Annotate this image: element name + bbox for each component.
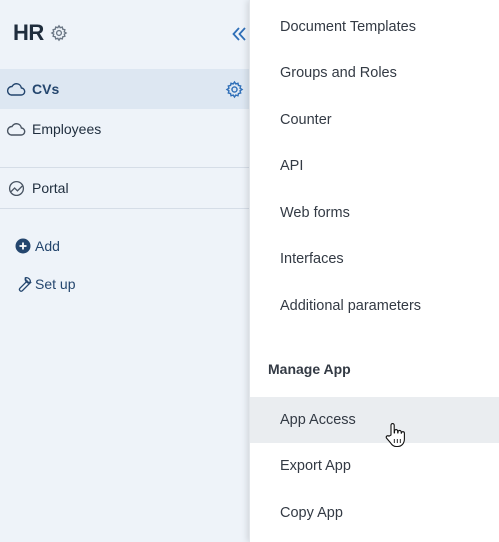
- divider: [0, 208, 250, 209]
- app-header: HR: [13, 20, 68, 46]
- menu-item-copy-app[interactable]: Copy App: [250, 490, 499, 536]
- menu-item-counter[interactable]: Counter: [250, 97, 499, 143]
- menu-item-web-forms[interactable]: Web forms: [250, 190, 499, 236]
- menu-section-title: Manage App: [268, 361, 351, 377]
- gear-icon[interactable]: [224, 79, 244, 99]
- sidebar: HR CVs Employees Portal Add Set up: [0, 0, 250, 542]
- menu-item-export-app[interactable]: Export App: [250, 443, 499, 489]
- sidebar-item-cvs[interactable]: CVs: [0, 69, 250, 109]
- collapse-sidebar-button[interactable]: [228, 22, 250, 46]
- plus-circle-icon: [13, 236, 33, 256]
- menu-item-app-access[interactable]: App Access: [250, 397, 499, 443]
- add-button[interactable]: Add: [13, 236, 60, 256]
- double-chevron-left-icon: [232, 27, 246, 41]
- menu-item-groups-and-roles[interactable]: Groups and Roles: [250, 50, 499, 96]
- menu-item-interfaces[interactable]: Interfaces: [250, 236, 499, 282]
- cloud-icon: [6, 79, 26, 99]
- setup-label: Set up: [35, 276, 76, 292]
- sidebar-item-label: Employees: [32, 121, 102, 137]
- menu-item-additional-parameters[interactable]: Additional parameters: [250, 283, 499, 329]
- gear-icon[interactable]: [50, 24, 68, 42]
- app-settings-menu: Document Templates Groups and Roles Coun…: [249, 0, 499, 542]
- add-label: Add: [35, 238, 60, 254]
- app-title: HR: [13, 20, 44, 45]
- cloud-icon: [6, 119, 26, 139]
- wrench-icon: [13, 274, 33, 294]
- setup-button[interactable]: Set up: [13, 274, 75, 294]
- portal-icon: [6, 178, 26, 198]
- menu-item-api[interactable]: API: [250, 143, 499, 189]
- sidebar-item-employees[interactable]: Employees: [0, 109, 250, 149]
- sidebar-item-label: CVs: [32, 81, 60, 97]
- sidebar-item-portal[interactable]: Portal: [0, 168, 250, 208]
- menu-item-document-templates[interactable]: Document Templates: [250, 4, 499, 50]
- sidebar-item-label: Portal: [32, 180, 69, 196]
